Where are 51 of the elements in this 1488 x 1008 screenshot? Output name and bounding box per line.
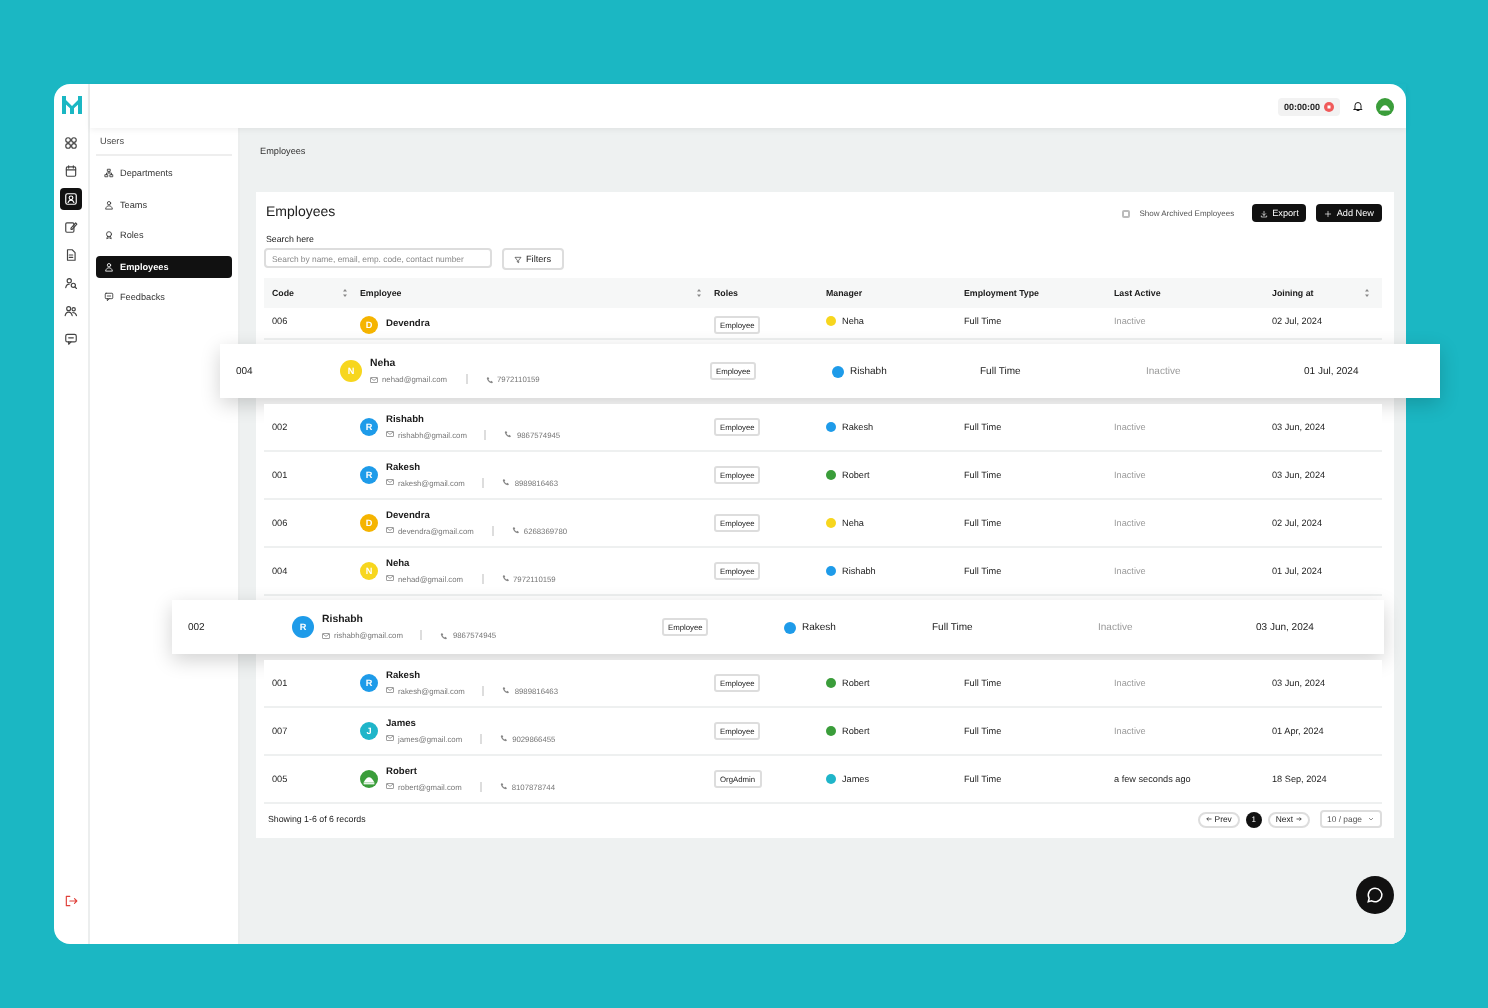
phone-icon — [502, 686, 511, 694]
download-icon — [1260, 209, 1269, 217]
mail-icon — [386, 430, 394, 438]
phone-icon — [500, 734, 509, 742]
avatar-icon[interactable] — [1376, 97, 1394, 115]
user-icon — [104, 261, 114, 271]
department-icon — [104, 168, 114, 178]
sort-icon[interactable] — [342, 288, 348, 298]
logout-icon[interactable] — [64, 894, 78, 908]
chat-rail-button[interactable] — [60, 328, 82, 350]
mail-icon — [386, 734, 394, 742]
chat-icon — [1366, 886, 1384, 904]
edit-rail-button[interactable] — [60, 216, 82, 238]
document-icon — [64, 248, 78, 262]
phone-icon — [485, 375, 493, 383]
mail-icon — [370, 375, 378, 383]
chat-icon — [64, 332, 78, 346]
feedback-icon — [104, 292, 114, 302]
team-rail-button[interactable] — [60, 300, 82, 322]
arrow-left-icon — [1206, 816, 1213, 822]
arrow-right-icon — [1295, 816, 1302, 822]
sort-icon[interactable] — [696, 288, 702, 298]
calendar-icon — [64, 164, 78, 178]
logo-icon — [59, 92, 83, 116]
checkbox[interactable] — [1121, 209, 1130, 217]
grid-rail-button[interactable] — [60, 132, 82, 154]
mail-icon — [322, 631, 330, 639]
sort-icon[interactable] — [1364, 288, 1370, 298]
bell-icon[interactable] — [1352, 100, 1364, 112]
stop-icon — [1324, 101, 1334, 111]
grid-icon — [64, 136, 78, 150]
phone-icon — [501, 574, 509, 582]
filter-icon — [514, 255, 522, 263]
phone-icon — [504, 430, 513, 438]
edit-icon — [64, 220, 78, 234]
mail-icon — [386, 686, 394, 694]
phone-icon — [502, 478, 511, 486]
user-icon — [64, 192, 78, 206]
calendar-rail-button[interactable] — [60, 160, 82, 182]
mail-icon — [386, 574, 394, 582]
mail-icon — [386, 478, 394, 486]
mail-icon — [386, 526, 394, 534]
phone-icon — [499, 782, 508, 790]
plus-icon — [1324, 209, 1333, 217]
team-search-icon — [64, 276, 78, 290]
phone-icon — [511, 526, 520, 534]
team-search-rail-button[interactable] — [60, 272, 82, 294]
badge-icon — [104, 230, 114, 240]
mail-icon — [386, 782, 394, 790]
user-rail-button[interactable] — [60, 188, 82, 210]
phone-icon — [440, 631, 449, 639]
